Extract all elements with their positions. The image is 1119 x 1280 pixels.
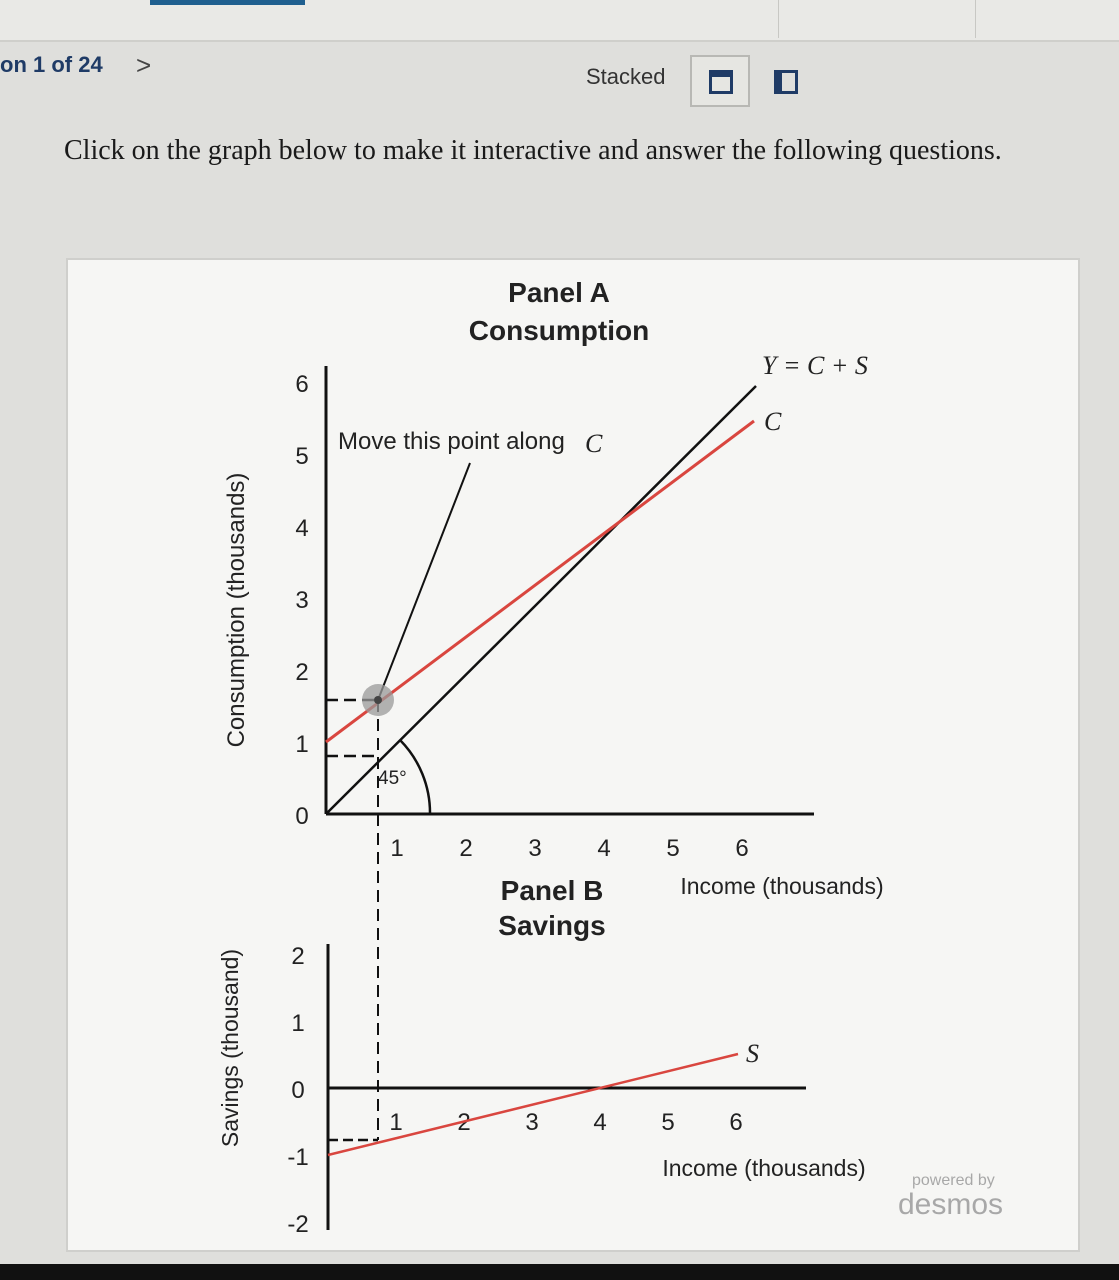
panel-b-y-label: Savings (thousand) (217, 949, 243, 1147)
panel-a-x-tick: 5 (666, 835, 679, 862)
panel-b-x-label: Income (thousands) (662, 1155, 865, 1181)
panel-a-x-tick: 2 (459, 835, 472, 862)
panel-a-y-tick: 3 (295, 587, 308, 614)
panel-b: Panel BSavings210-1-2123456Savings (thou… (217, 875, 866, 1238)
panel-a-x-tick: 3 (528, 835, 541, 862)
panel-b-title: Panel B (501, 875, 604, 906)
panel-b-y-tick: 0 (291, 1077, 304, 1104)
draggable-point (374, 696, 382, 704)
desmos-watermark: powered by desmos (898, 1172, 1003, 1220)
angle-label: 45° (378, 768, 407, 789)
series-label-y-equals-c-plus-s: Y = C + S (762, 351, 868, 380)
graph-svg[interactable]: Panel A Consumption 0 1 2 3 4 5 6 1 2 3 4 5 6 Consumpti… (0, 0, 1119, 1280)
panel-a-y-label: Consumption (thousands) (223, 473, 250, 748)
point-callout-c: C (585, 429, 603, 458)
panel-b-y-tick: 1 (291, 1010, 304, 1037)
panel-a-subtitle: Consumption (469, 315, 649, 346)
screen-bezel (0, 1264, 1119, 1280)
panel-b-y-tick: -1 (287, 1144, 308, 1171)
panel-b-x-tick: 6 (729, 1109, 742, 1136)
series-label-c: C (764, 407, 782, 436)
series-label-s: S (746, 1039, 759, 1068)
series-line-s (327, 1052, 739, 1157)
panel-b-x-tick: 5 (661, 1109, 674, 1136)
point-callout-line (377, 462, 471, 701)
panel-b-subtitle: Savings (498, 910, 605, 941)
panel-b-x-tick: 3 (525, 1109, 538, 1136)
panel-a-x-tick: 4 (597, 835, 610, 862)
panel-a-y-tick: 4 (295, 515, 308, 542)
panel-a-x-label: Income (thousands) (680, 873, 883, 899)
panel-a-y-tick: 1 (295, 731, 308, 758)
panel-a-y-tick: 6 (295, 371, 308, 398)
panel-a-y-tick: 2 (295, 659, 308, 686)
panel-a-x-tick: 6 (735, 835, 748, 862)
panel-a-y-tick: 0 (295, 803, 308, 830)
panel-b-x-tick: 4 (593, 1109, 606, 1136)
desmos-logo: desmos (898, 1188, 1004, 1221)
panel-b-y-tick: -2 (287, 1211, 308, 1238)
panel-a-x-tick: 1 (390, 835, 403, 862)
panel-a: Panel A Consumption 0 1 2 3 4 5 6 1 2 3 4 5 6 Consumpti… (223, 277, 884, 1140)
panel-b-x-tick: 1 (389, 1109, 402, 1136)
point-callout-text: Move this point along (338, 428, 565, 455)
panel-a-y-tick: 5 (295, 443, 308, 470)
panel-a-title: Panel A (508, 277, 610, 308)
panel-b-y-tick: 2 (291, 943, 304, 970)
